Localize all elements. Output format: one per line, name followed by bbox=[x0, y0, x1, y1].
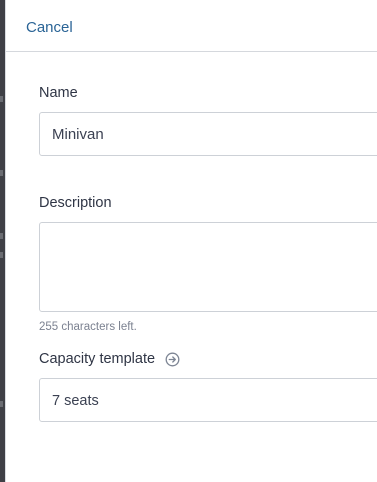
panel-header: Cancel bbox=[6, 0, 377, 52]
description-field[interactable] bbox=[39, 222, 377, 312]
backdrop-mark bbox=[0, 96, 3, 102]
capacity-template-value: 7 seats bbox=[52, 393, 99, 409]
capacity-template-select[interactable]: 7 seats bbox=[39, 378, 377, 422]
arrow-circle-right-icon[interactable] bbox=[165, 352, 180, 367]
backdrop-mark bbox=[0, 170, 3, 176]
cancel-button[interactable]: Cancel bbox=[26, 19, 73, 37]
backdrop-mark bbox=[0, 401, 3, 407]
backdrop-mark bbox=[0, 233, 3, 239]
description-label: Description bbox=[39, 195, 112, 211]
name-label: Name bbox=[39, 85, 78, 101]
name-field-value: Minivan bbox=[52, 126, 104, 143]
backdrop-mark bbox=[0, 252, 3, 258]
name-field[interactable]: Minivan bbox=[39, 112, 377, 156]
characters-left-hint: 255 characters left. bbox=[39, 321, 137, 333]
side-panel: Cancel Name Minivan Description 255 char… bbox=[5, 0, 377, 482]
capacity-template-label: Capacity template bbox=[39, 351, 156, 367]
